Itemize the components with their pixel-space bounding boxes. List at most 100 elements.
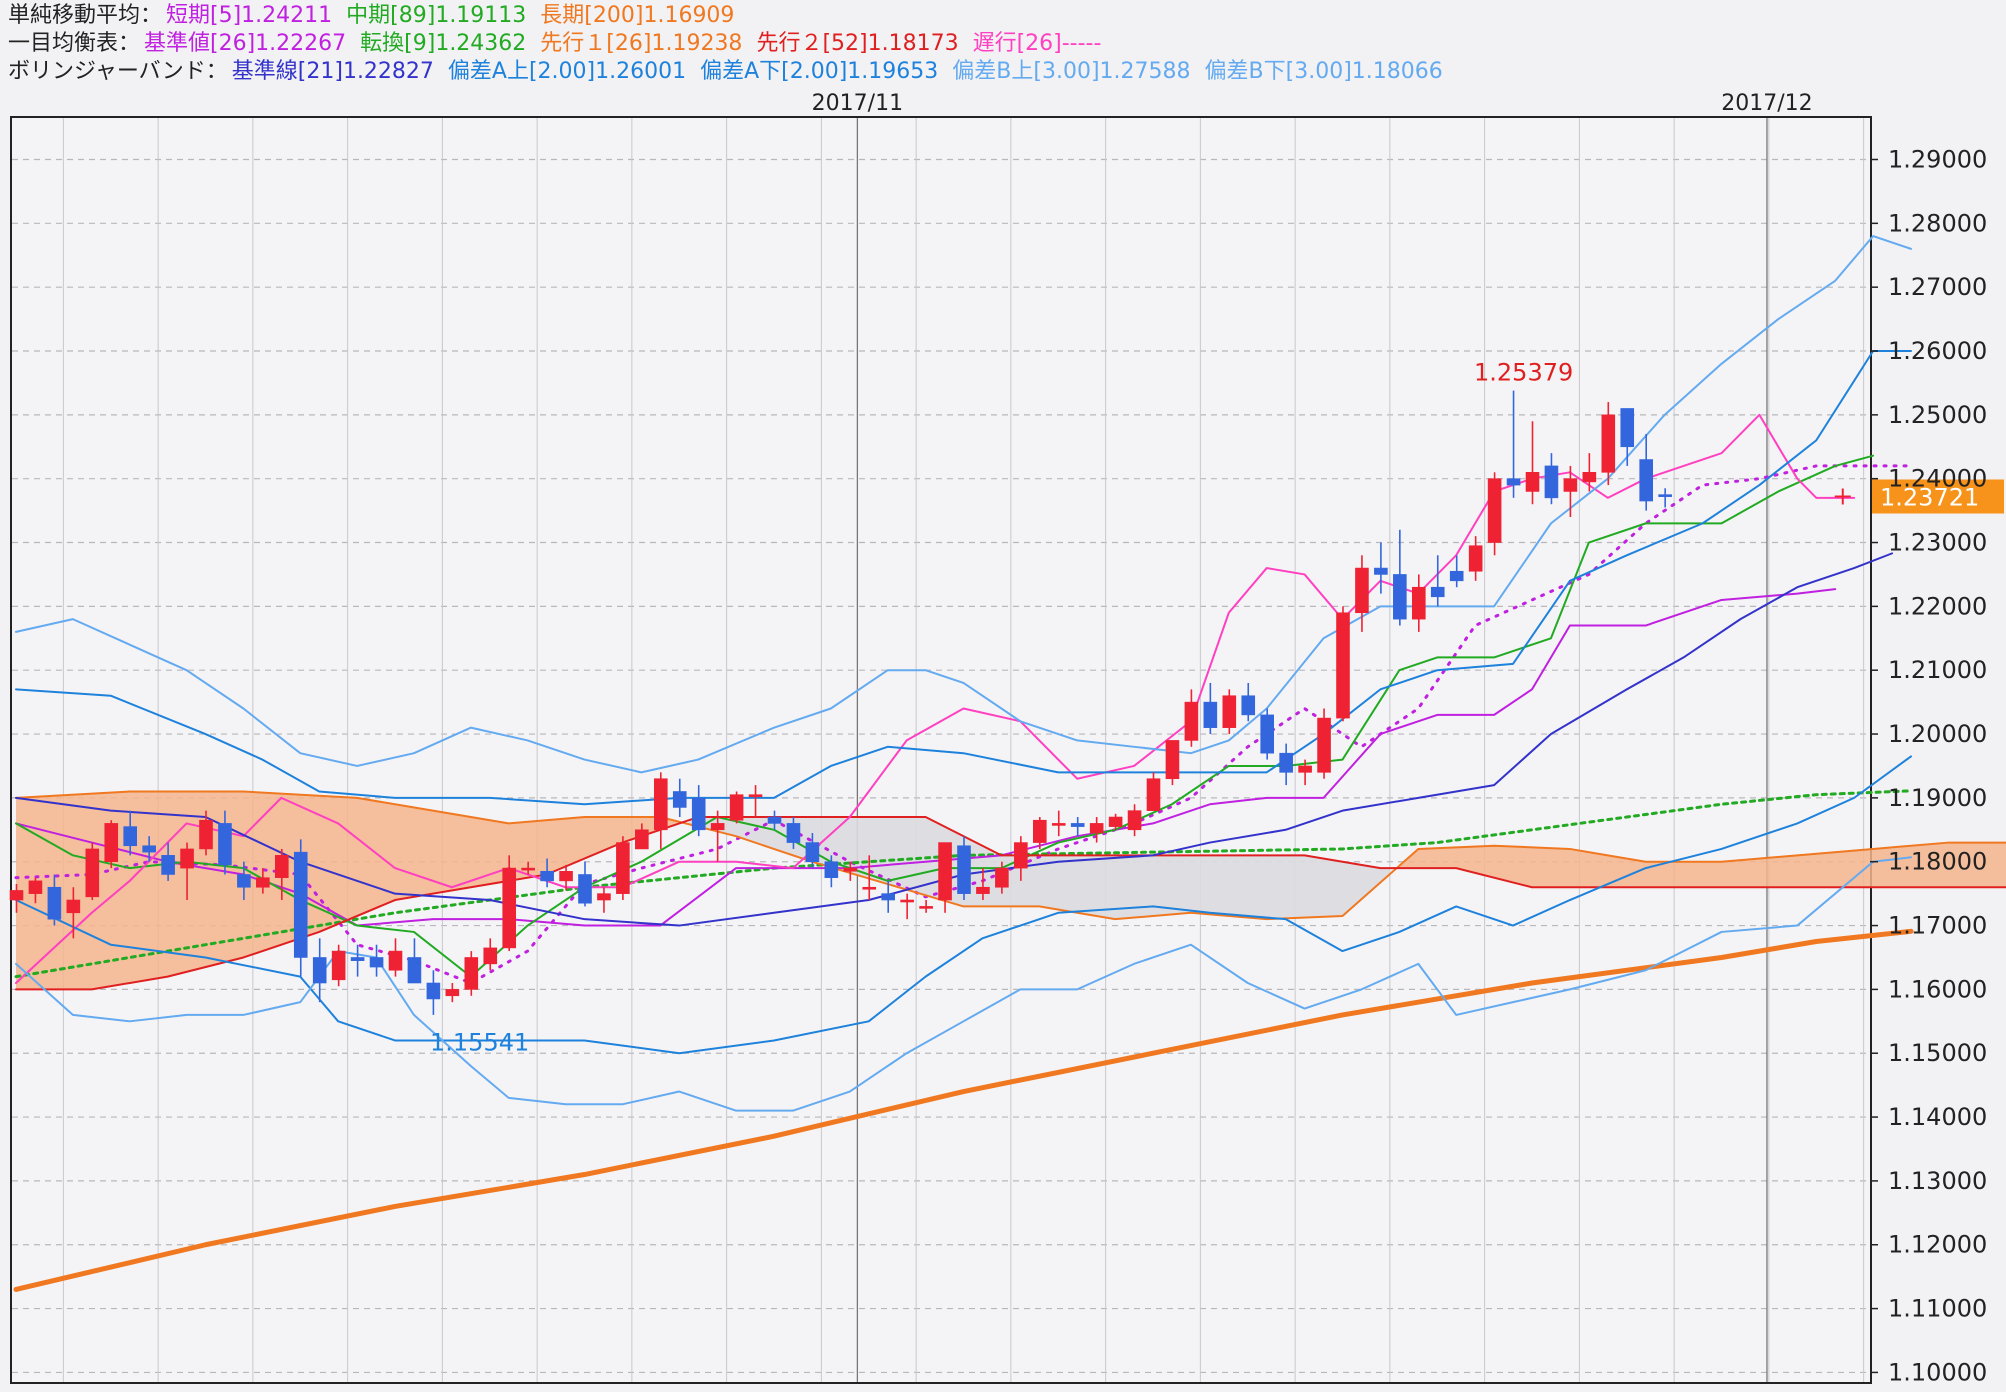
candle-body [1430, 586, 1445, 598]
candle[interactable] [331, 944, 346, 987]
candle-body [85, 848, 100, 898]
candle[interactable] [1089, 817, 1104, 843]
candle[interactable] [729, 791, 744, 824]
candle[interactable] [672, 778, 687, 818]
candle[interactable] [1639, 434, 1653, 511]
candle[interactable] [1127, 804, 1142, 837]
candle[interactable] [691, 785, 706, 837]
candle-body [786, 823, 801, 843]
candle-body [199, 819, 213, 850]
candle-body [672, 791, 687, 808]
candle[interactable] [1184, 689, 1199, 747]
candle[interactable] [1412, 574, 1426, 632]
candle-body [1582, 472, 1597, 483]
candle[interactable] [483, 938, 498, 971]
candle-body [47, 886, 62, 920]
candle-body [1468, 545, 1483, 572]
candle-body [1449, 570, 1464, 582]
candle[interactable] [919, 900, 933, 913]
candle[interactable] [1430, 555, 1445, 607]
candle-body [1544, 465, 1559, 499]
candle-body [464, 957, 479, 990]
candle-body [1279, 752, 1293, 773]
candle[interactable] [445, 983, 460, 1003]
candle-body [1108, 816, 1123, 827]
candle-body [1222, 695, 1237, 728]
candle-body [483, 947, 498, 965]
candle-body [1203, 701, 1218, 728]
candle[interactable] [1222, 689, 1237, 735]
candle-body [1127, 810, 1142, 831]
candle[interactable] [1241, 682, 1256, 722]
candle[interactable] [1658, 488, 1672, 508]
candle[interactable] [597, 887, 611, 913]
candle-body [919, 906, 933, 909]
candle-body [445, 989, 460, 997]
y-tick-label: 1.14000 [1888, 1103, 1987, 1131]
candle[interactable] [1146, 772, 1161, 811]
candle[interactable] [1165, 740, 1180, 786]
candle-body [653, 778, 668, 831]
candle[interactable] [350, 944, 365, 977]
candle[interactable] [748, 785, 763, 818]
candle-body [388, 950, 403, 971]
candle[interactable] [464, 951, 479, 996]
candle[interactable] [1317, 708, 1331, 779]
candle[interactable] [1544, 453, 1559, 505]
candle[interactable] [312, 938, 327, 1003]
y-tick-label: 1.25000 [1888, 401, 1987, 429]
candle[interactable] [1336, 606, 1350, 722]
candle-body [578, 874, 592, 904]
candle[interactable] [85, 842, 100, 901]
y-tick-label: 1.20000 [1888, 720, 1987, 748]
candle[interactable] [1620, 408, 1635, 466]
candle[interactable] [502, 855, 517, 952]
candle[interactable] [1203, 682, 1218, 735]
candle[interactable] [1525, 421, 1540, 505]
y-tick-label: 1.24000 [1888, 465, 1987, 493]
candle[interactable] [616, 836, 630, 901]
candle-body [369, 957, 384, 968]
candle[interactable] [957, 836, 971, 901]
candle[interactable] [426, 970, 441, 1015]
line-bb_b_up [15, 235, 1912, 774]
candle-body [312, 957, 327, 984]
candle-body [123, 826, 137, 847]
candle[interactable] [293, 839, 308, 977]
candle-body [805, 842, 820, 863]
candle[interactable] [388, 938, 403, 977]
candle-body [559, 870, 573, 882]
y-tick-label: 1.18000 [1888, 848, 1987, 876]
candle-body [691, 797, 706, 831]
y-tick-label: 1.16000 [1888, 975, 1987, 1003]
candle[interactable] [1260, 708, 1274, 760]
candle-body [1658, 494, 1672, 497]
line-sma_long [13, 928, 1914, 1292]
candle-body [1374, 567, 1388, 575]
candle-body [1412, 586, 1426, 620]
candle[interactable] [1506, 390, 1521, 498]
candle[interactable] [1393, 529, 1407, 626]
candle[interactable] [578, 861, 592, 907]
candle-body [1260, 714, 1274, 754]
candle[interactable] [900, 893, 914, 920]
candle[interactable] [1582, 453, 1597, 492]
candle[interactable] [1051, 810, 1066, 837]
candle-body [521, 867, 535, 871]
candle-body [293, 851, 308, 958]
candle-body [540, 870, 554, 882]
candle[interactable] [1279, 743, 1293, 786]
price-chart[interactable]: 1.253791.155411.23721 1.290001.280001.27… [0, 0, 2006, 1392]
candle[interactable] [407, 938, 422, 984]
candle[interactable] [1070, 817, 1085, 837]
candle-body [635, 829, 649, 850]
candle[interactable] [104, 820, 119, 869]
x-tick-label: 2017/11 [812, 91, 903, 116]
candle-body [1506, 478, 1521, 486]
y-tick-label: 1.19000 [1888, 784, 1987, 812]
candle-body [1336, 612, 1350, 719]
candle[interactable] [653, 772, 668, 849]
candle-body [161, 855, 175, 875]
candle-body [748, 794, 763, 797]
candle-body [256, 877, 270, 888]
